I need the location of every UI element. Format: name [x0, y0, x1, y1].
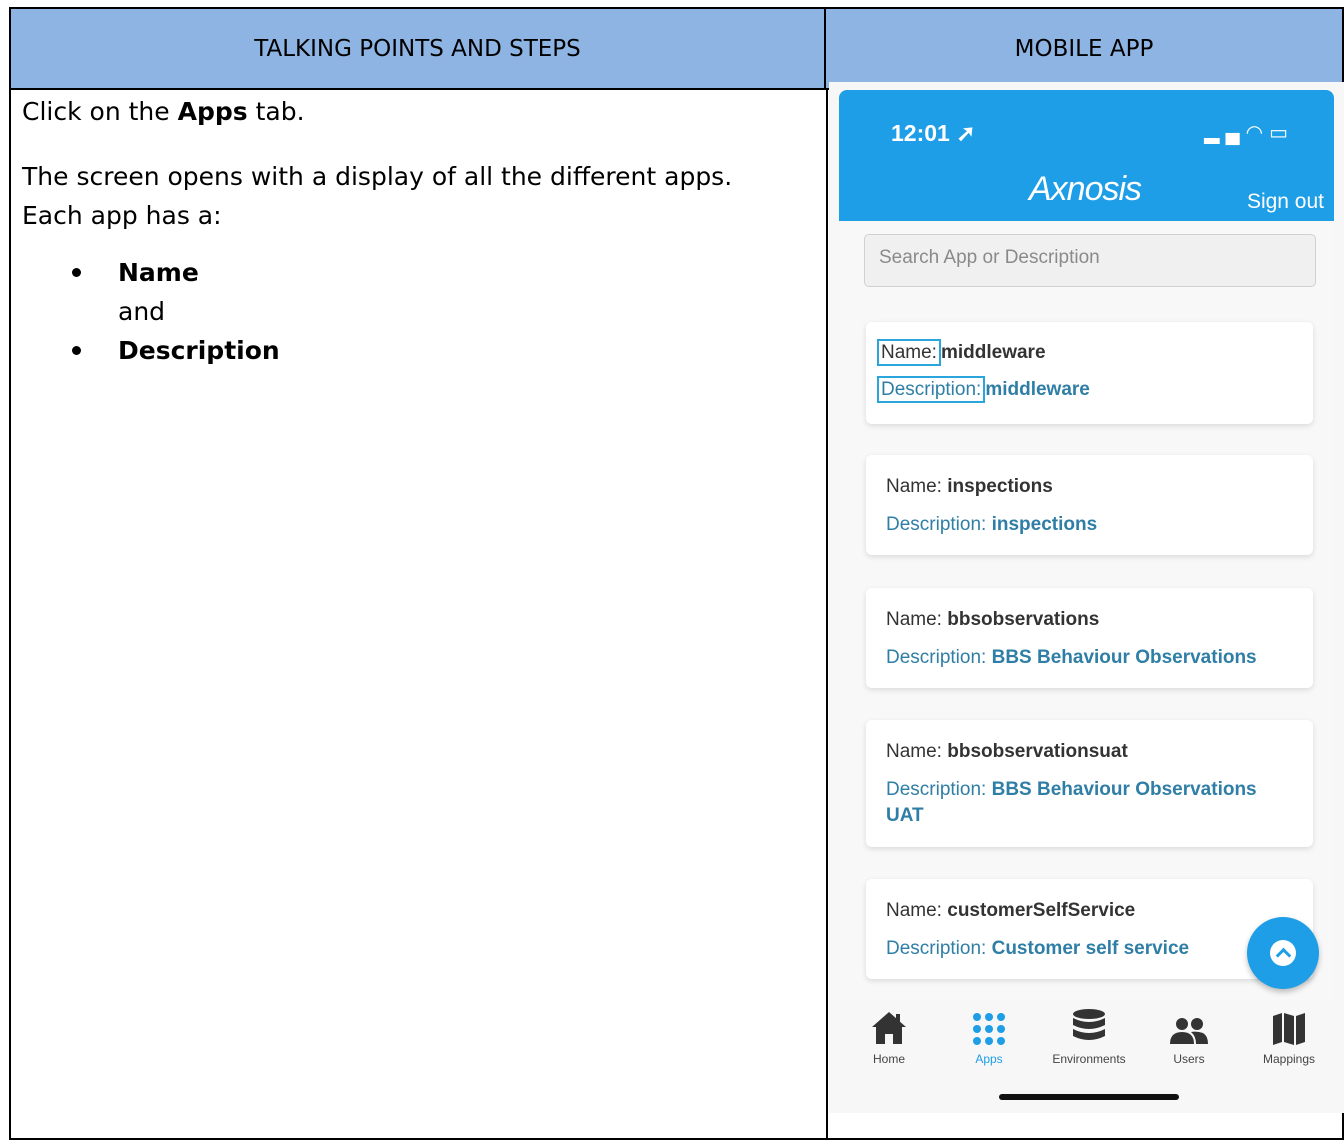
app-description: middleware: [985, 379, 1090, 400]
right-column-header: MOBILE APP: [826, 9, 1342, 90]
tab-label: Home: [872, 1052, 905, 1066]
app-name: bbsobservationsuat: [947, 741, 1128, 762]
app-name: middleware: [940, 342, 1046, 363]
app-name: customerSelfService: [947, 900, 1136, 921]
description-label: Description:: [877, 376, 986, 403]
column-divider: [826, 90, 828, 1140]
battery-icon: ▭: [1269, 122, 1294, 144]
talking-points: Click on the Apps tab. The screen opens …: [22, 92, 802, 370]
map-icon: [1239, 1002, 1339, 1046]
home-indicator: [999, 1094, 1179, 1100]
sign-out-button[interactable]: Sign out: [1247, 190, 1324, 214]
description-label: Description:: [886, 938, 987, 959]
description-label: Description:: [886, 779, 987, 800]
app-card[interactable]: Name: inspections Description: inspectio…: [866, 455, 1313, 555]
name-label: Name:: [886, 609, 942, 630]
tab-home[interactable]: Home: [839, 1002, 939, 1066]
step-2: The screen opens with a display of all t…: [22, 157, 802, 235]
tab-label: Users: [1173, 1052, 1205, 1066]
step-2-line-1: The screen opens with a display of all t…: [22, 162, 733, 191]
connector-and: and: [118, 297, 166, 326]
name-label: Name:: [886, 741, 942, 762]
signal-icon: ▂▄: [1204, 122, 1246, 144]
bottom-tab-bar: Home Apps Environments Users Mappings: [839, 1002, 1334, 1112]
app-card[interactable]: Name: customerSelfService Description: C…: [866, 879, 1313, 979]
bullet-description: Description: [118, 336, 280, 365]
app-card[interactable]: Name: bbsobservations Description: BBS B…: [866, 588, 1313, 688]
app-description: BBS Behaviour Observations: [991, 647, 1257, 668]
name-label: Name:: [886, 476, 942, 497]
home-icon: [839, 1002, 939, 1046]
app-description: Customer self service: [991, 938, 1190, 959]
axnosis-logo: Axnosis: [1029, 170, 1142, 208]
tab-label: Mappings: [1262, 1052, 1316, 1066]
app-name: inspections: [947, 476, 1053, 497]
tab-apps[interactable]: Apps: [939, 1002, 1039, 1066]
tab-users[interactable]: Users: [1139, 1002, 1239, 1066]
tab-mappings[interactable]: Mappings: [1239, 1002, 1339, 1066]
apps-grid-icon: [939, 1002, 1039, 1046]
search-input[interactable]: Search App or Description: [864, 234, 1316, 287]
status-icons: ▂▄◠▭: [1204, 120, 1294, 145]
name-label: Name:: [886, 900, 942, 921]
step-2-line-2: Each app has a:: [22, 201, 222, 230]
app-card[interactable]: Name: bbsobservationsuat Description: BB…: [866, 720, 1313, 847]
app-name: bbsobservations: [947, 609, 1100, 630]
apps-emphasis: Apps: [177, 97, 248, 126]
database-icon: [1039, 1002, 1139, 1046]
wifi-icon: ◠: [1245, 122, 1270, 144]
app-description: BBS Behaviour Observations: [991, 779, 1257, 800]
step-1: Click on the Apps tab.: [22, 92, 802, 131]
field-list: Name and Description: [72, 253, 802, 370]
list-item: Description: [72, 331, 802, 370]
step-1-text-end: tab.: [247, 97, 305, 126]
bullet-name: Name: [118, 258, 199, 287]
status-time: 12:01 ➚: [891, 120, 976, 146]
description-label: Description:: [886, 647, 987, 668]
location-arrow-icon: ➚: [956, 120, 976, 146]
step-1-text: Click on the: [22, 97, 178, 126]
app-card[interactable]: Name: middleware Description: middleware: [866, 322, 1313, 424]
chevron-up-icon: [1270, 940, 1296, 966]
app-list-screen: Search App or Description Name: middlewar…: [839, 221, 1334, 1001]
app-description-continued: UAT: [886, 805, 924, 826]
app-header: 12:01 ➚ ▂▄◠▭ Axnosis Sign out: [839, 90, 1334, 221]
scroll-to-top-button[interactable]: [1247, 917, 1319, 989]
list-item: Name and: [72, 253, 802, 331]
tab-environments[interactable]: Environments: [1039, 1002, 1139, 1066]
users-icon: [1139, 1002, 1239, 1046]
tab-label: Environments: [1052, 1052, 1126, 1066]
tab-label: Apps: [975, 1052, 1003, 1066]
mobile-screenshot: 12:01 ➚ ▂▄◠▭ Axnosis Sign out Search App…: [829, 82, 1344, 1113]
left-column-header: TALKING POINTS AND STEPS: [11, 9, 826, 90]
name-label: Name:: [877, 339, 941, 366]
description-label: Description:: [886, 514, 987, 535]
app-description: inspections: [991, 514, 1098, 535]
